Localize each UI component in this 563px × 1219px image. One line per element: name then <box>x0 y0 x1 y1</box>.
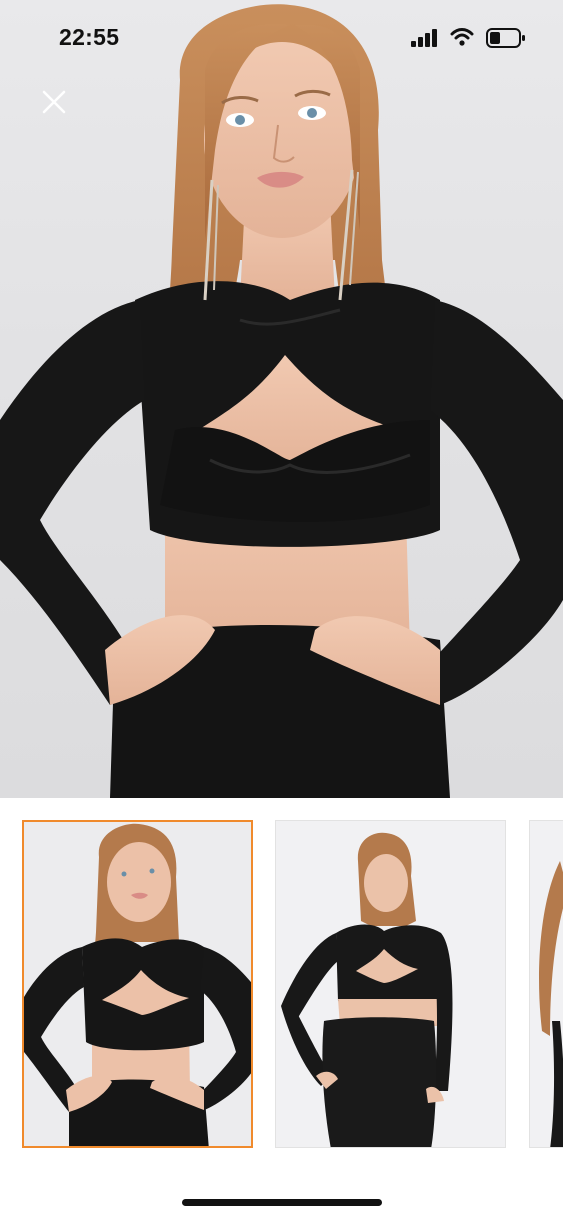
thumbnail-strip[interactable] <box>0 818 563 1150</box>
thumbnail-image <box>530 821 563 1147</box>
main-product-image[interactable] <box>0 0 563 798</box>
battery-icon <box>486 27 526 54</box>
thumbnail-image <box>24 822 251 1146</box>
thumbnail-front-closeup[interactable] <box>22 820 253 1148</box>
thumbnail-side-partial[interactable] <box>529 820 563 1148</box>
image-viewer-screen: 22:55 <box>0 0 563 1219</box>
close-button[interactable] <box>38 86 70 118</box>
cellular-signal-icon <box>411 29 439 52</box>
status-time: 22:55 <box>59 24 120 50</box>
home-indicator <box>182 1199 382 1206</box>
status-bar: 22:55 <box>0 0 563 76</box>
thumbnail-image <box>276 821 505 1147</box>
model-photo-illustration <box>0 4 563 798</box>
thumbnail-full-body-angle[interactable] <box>275 820 506 1148</box>
close-icon <box>42 90 66 114</box>
wifi-icon <box>450 27 474 52</box>
